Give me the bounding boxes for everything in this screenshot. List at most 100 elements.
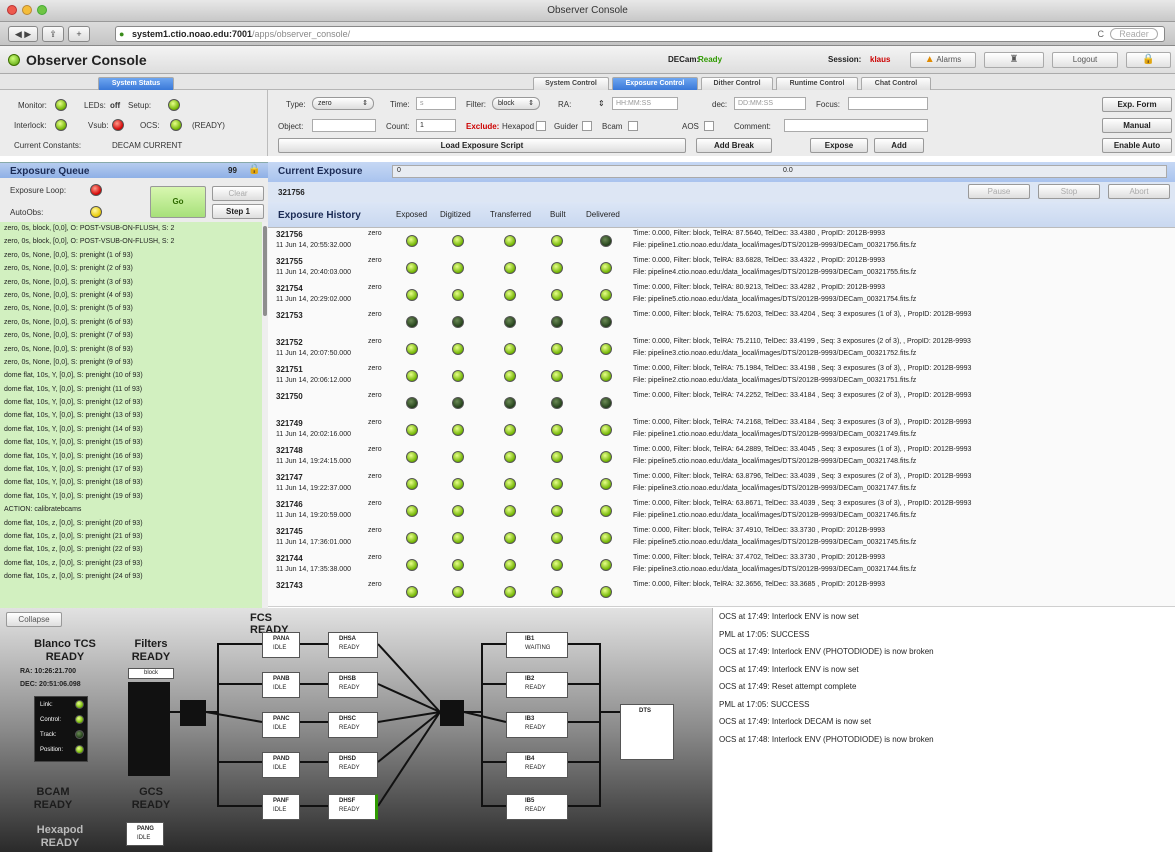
table-row[interactable]: 321755 11 Jun 14, 20:40:03.000 zero Time: 0… [268,255,1175,283]
list-item[interactable]: zero, 0s, None, [0,0], S: prenight (3 of… [0,276,262,289]
list-item[interactable]: dome flat, 10s, Y, [0,0], S: prenight (1… [0,436,262,449]
list-item[interactable]: dome flat, 10s, z, [0,0], S: prenight (2… [0,557,262,570]
table-row[interactable]: 321749 11 Jun 14, 20:02:16.000 zero Time: 0… [268,417,1175,445]
stop-button[interactable]: Stop [1038,184,1100,199]
table-row[interactable]: 321753 zero Time: 0.000, Filter: block, Te… [268,309,1175,337]
manual-button[interactable]: Manual [1102,118,1172,133]
back-forward-button[interactable]: ◀ ▶ [8,26,38,42]
list-item[interactable]: zero, 0s, None, [0,0], S: prenight (6 of… [0,316,262,329]
tab-runtime-control[interactable]: Runtime Control [776,77,858,90]
table-row[interactable]: 321752 11 Jun 14, 20:07:50.000 zero Time: 0… [268,336,1175,364]
telescope-button[interactable]: ♜ [984,52,1044,68]
list-item[interactable]: ACTION: calibratebcams [0,503,262,516]
ib3-box[interactable]: IB3 READY [506,712,568,738]
expose-button[interactable]: Expose [810,138,868,153]
table-row[interactable]: 321746 11 Jun 14, 19:20:59.000 zero Time: 0… [268,498,1175,526]
ra-input[interactable]: HH:MM:SS [612,97,678,110]
enable-auto-button[interactable]: Enable Auto [1102,138,1172,153]
list-item[interactable]: zero, 0s, None, [0,0], S: prenight (2 of… [0,262,262,275]
table-row[interactable]: 321751 11 Jun 14, 20:06:12.000 zero Time: 0… [268,363,1175,391]
tab-exposure-control[interactable]: Exposure Control [612,77,698,90]
list-item[interactable]: zero, 0s, block, [0,0], O: POST-VSUB-ON-… [0,235,262,248]
dec-input[interactable]: DD:MM:SS [734,97,806,110]
aos-checkbox[interactable] [704,121,714,131]
list-item[interactable]: dome flat, 10s, z, [0,0], S: prenight (2… [0,530,262,543]
exposure-loop-toggle[interactable] [90,184,102,196]
list-item[interactable]: dome flat, 10s, z, [0,0], S: prenight (2… [0,543,262,556]
guider-checkbox[interactable] [582,121,592,131]
dhsb-box[interactable]: DHSB READY [328,672,378,698]
tab-system-status[interactable]: System Status [98,77,174,90]
list-item[interactable]: dome flat, 10s, Y, [0,0], S: prenight (1… [0,476,262,489]
list-item[interactable]: dome flat, 10s, Y, [0,0], S: prenight (1… [0,383,262,396]
list-item[interactable]: dome flat, 10s, z, [0,0], S: prenight (2… [0,517,262,530]
lock-button[interactable]: 🔒 [1126,52,1171,68]
count-input[interactable]: 1 [416,119,456,132]
ib2-box[interactable]: IB2 READY [506,672,568,698]
dhsf-box[interactable]: DHSF READY [328,794,378,820]
exp-form-button[interactable]: Exp. Form [1102,97,1172,112]
filter-select[interactable]: block ⇕ [492,97,540,110]
list-item[interactable]: zero, 0s, None, [0,0], S: prenight (7 of… [0,329,262,342]
go-button[interactable]: Go [150,186,206,218]
table-row[interactable]: 321754 11 Jun 14, 20:29:02.000 zero Time: 0… [268,282,1175,310]
tab-chat-control[interactable]: Chat Control [861,77,931,90]
list-item[interactable]: zero, 0s, None, [0,0], S: prenight (9 of… [0,356,262,369]
table-row[interactable]: 321747 11 Jun 14, 19:22:37.000 zero Time: 0… [268,471,1175,499]
ib4-box[interactable]: IB4 READY [506,752,568,778]
table-row[interactable]: 321743 zero Time: 0.000, Filter: block, Te… [268,579,1175,607]
new-tab-button[interactable]: + [68,26,90,42]
list-item[interactable]: dome flat, 10s, Y, [0,0], S: prenight (1… [0,463,262,476]
queue-scroll-thumb[interactable] [263,226,267,316]
pause-button[interactable]: Pause [968,184,1030,199]
hexapod-checkbox[interactable] [536,121,546,131]
load-exposure-script-button[interactable]: Load Exposure Script [278,138,686,153]
panc-box[interactable]: PANC IDLE [262,712,300,738]
abort-button[interactable]: Abort [1108,184,1170,199]
table-row[interactable]: 321750 zero Time: 0.000, Filter: block, Te… [268,390,1175,418]
list-item[interactable]: dome flat, 10s, Y, [0,0], S: prenight (1… [0,369,262,382]
list-item[interactable]: dome flat, 10s, z, [0,0], S: prenight (2… [0,570,262,583]
object-input[interactable] [312,119,376,132]
tab-system-control[interactable]: System Control [533,77,609,90]
reader-button[interactable]: Reader [1110,28,1158,40]
dhsa-box[interactable]: DHSA READY [328,632,378,658]
list-item[interactable]: dome flat, 10s, Y, [0,0], S: prenight (1… [0,450,262,463]
panb-box[interactable]: PANB IDLE [262,672,300,698]
collapse-button[interactable]: Collapse [6,612,62,627]
dts-box[interactable]: DTS [620,704,674,760]
dhsc-box[interactable]: DHSC READY [328,712,378,738]
dhsd-box[interactable]: DHSD READY [328,752,378,778]
reload-icon[interactable]: C [1098,27,1105,41]
focus-input[interactable] [848,97,928,110]
list-item[interactable]: zero, 0s, None, [0,0], S: prenight (1 of… [0,249,262,262]
comment-input[interactable] [784,119,928,132]
ib5-box[interactable]: IB5 READY [506,794,568,820]
list-item[interactable]: dome flat, 10s, Y, [0,0], S: prenight (1… [0,396,262,409]
pand-box[interactable]: PAND IDLE [262,752,300,778]
list-item[interactable]: zero, 0s, None, [0,0], S: prenight (4 of… [0,289,262,302]
tab-dither-control[interactable]: Dither Control [701,77,773,90]
pang-box[interactable]: PANG IDLE [126,822,164,846]
logout-button[interactable]: Logout [1052,52,1118,68]
autoobs-toggle[interactable] [90,206,102,218]
leds-state[interactable]: off [110,101,120,110]
list-item[interactable]: dome flat, 10s, Y, [0,0], S: prenight (1… [0,409,262,422]
table-row[interactable]: 321748 11 Jun 14, 19:24:15.000 zero Time: 0… [268,444,1175,472]
ra-select-arrows-icon[interactable]: ⇕ [598,99,605,108]
add-break-button[interactable]: Add Break [696,138,772,153]
add-button[interactable]: Add [874,138,924,153]
table-row[interactable]: 321745 11 Jun 14, 17:36:01.000 zero Time: 0… [268,525,1175,553]
type-select[interactable]: zero ⇕ [312,97,374,110]
list-item[interactable]: zero, 0s, None, [0,0], S: prenight (8 of… [0,343,262,356]
pana-box[interactable]: PANA IDLE [262,632,300,658]
list-item[interactable]: dome flat, 10s, Y, [0,0], S: prenight (1… [0,490,262,503]
list-item[interactable]: zero, 0s, block, [0,0], O: POST-VSUB-ON-… [0,222,262,235]
queue-lock-icon[interactable]: 🔒 [248,164,260,175]
list-item[interactable]: dome flat, 10s, Y, [0,0], S: prenight (1… [0,423,262,436]
table-row[interactable]: 321744 11 Jun 14, 17:35:38.000 zero Time: 0… [268,552,1175,580]
share-icon[interactable]: ⇪ [42,26,64,42]
address-bar[interactable]: ● system1.ctio.noao.edu:7001/apps/observ… [115,26,1165,42]
table-row[interactable]: 321756 11 Jun 14, 20:55:32.000 zero Time: 0… [268,228,1175,256]
panf-box[interactable]: PANF IDLE [262,794,300,820]
